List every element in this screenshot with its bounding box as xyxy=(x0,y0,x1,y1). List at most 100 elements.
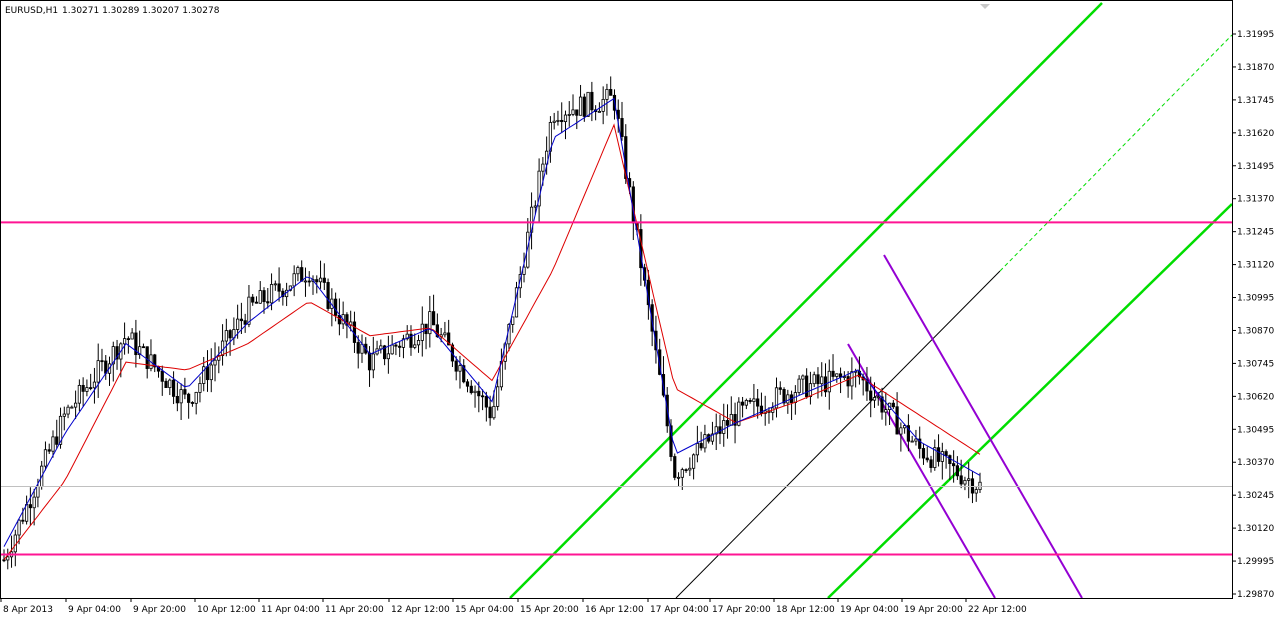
candle-body xyxy=(914,438,918,442)
candle-body xyxy=(963,479,967,485)
candle-body xyxy=(556,119,560,122)
candle-body xyxy=(484,396,488,408)
price-tick-label: 1.31120 xyxy=(1237,261,1274,271)
price-tick-label: 1.29995 xyxy=(1237,557,1274,567)
candle-body xyxy=(318,277,323,283)
candle-body xyxy=(707,434,711,442)
candle-body xyxy=(590,91,594,111)
candle-body xyxy=(970,478,975,494)
candle-body xyxy=(936,447,941,462)
time-tick-label: 9 Apr 04:00 xyxy=(68,605,121,615)
candle-body xyxy=(458,365,462,372)
candle-body xyxy=(454,360,458,372)
candle-body xyxy=(175,395,179,404)
candle-body xyxy=(586,91,590,117)
candle-body xyxy=(171,379,176,397)
candle-body xyxy=(262,290,266,303)
price-tick-label: 1.31745 xyxy=(1237,96,1274,106)
price-tick-label: 1.31495 xyxy=(1237,162,1274,172)
candle-body xyxy=(96,360,100,383)
candle-body xyxy=(488,406,492,419)
candle-body xyxy=(236,318,240,330)
candle-body xyxy=(959,475,963,485)
candle-body xyxy=(220,340,225,356)
candle-body xyxy=(752,398,756,402)
candle-body xyxy=(43,449,48,467)
candle-body xyxy=(258,290,262,304)
candle-body xyxy=(688,467,692,471)
candle-body xyxy=(428,311,432,335)
candle-body xyxy=(386,353,390,360)
price-tick-label: 1.30995 xyxy=(1237,294,1274,304)
candle-body xyxy=(326,282,330,309)
candle-body xyxy=(141,346,146,349)
time-tick-label: 16 Apr 12:00 xyxy=(585,605,644,615)
candle-body xyxy=(831,370,835,377)
candle-body xyxy=(578,96,583,116)
candle-body xyxy=(356,342,360,354)
symbol-label: EURUSD,H1 xyxy=(5,6,58,16)
candle-body xyxy=(73,402,78,408)
candle-body xyxy=(571,109,575,115)
candle-body xyxy=(17,519,21,536)
candle-body xyxy=(85,387,89,392)
candle-body xyxy=(940,451,944,462)
candle-body xyxy=(77,384,81,404)
candle-body xyxy=(952,463,956,467)
candle-body xyxy=(160,370,164,382)
price-tick-label: 1.30870 xyxy=(1237,326,1274,336)
candle-body xyxy=(269,284,274,304)
chart-window[interactable]: 1.312801.300201.30278 1.319951.318701.31… xyxy=(0,0,1276,618)
candle-body xyxy=(431,311,436,326)
candle-body xyxy=(492,405,496,419)
candle-body xyxy=(32,496,36,509)
candle-body xyxy=(801,375,805,380)
candle-body xyxy=(6,556,10,561)
time-tick-label: 11 Apr 20:00 xyxy=(325,605,384,615)
candle-body xyxy=(469,385,473,394)
candle-body xyxy=(511,316,515,325)
candle-body xyxy=(394,344,398,347)
candle-body xyxy=(322,277,326,283)
candle-body xyxy=(533,205,537,208)
candle-body xyxy=(560,119,564,123)
candle-body xyxy=(744,399,748,406)
candle-body xyxy=(390,344,394,355)
candle-body xyxy=(967,478,971,481)
price-tick-label: 1.31370 xyxy=(1237,195,1274,205)
price-tick-label: 1.30495 xyxy=(1237,425,1274,435)
candle-body xyxy=(473,390,477,394)
chart-background xyxy=(0,0,1276,618)
candle-body xyxy=(315,279,319,283)
candle-body xyxy=(277,283,281,292)
candle-body xyxy=(183,389,187,395)
candle-body xyxy=(974,489,978,494)
candle-body xyxy=(884,409,888,413)
time-tick-label: 11 Apr 04:00 xyxy=(261,605,320,615)
candle-body xyxy=(92,381,97,389)
candle-body xyxy=(703,434,707,449)
candle-body xyxy=(36,486,40,498)
candle xyxy=(586,91,590,117)
candle-body xyxy=(371,353,375,371)
time-tick-label: 18 Apr 12:00 xyxy=(776,605,835,615)
candle-body xyxy=(100,360,104,363)
candle-body xyxy=(70,406,74,409)
candle-body xyxy=(443,332,447,336)
candle-body xyxy=(910,440,914,443)
price-tick-label: 1.29870 xyxy=(1237,590,1274,600)
time-tick-label: 15 Apr 04:00 xyxy=(455,605,514,615)
candle-body xyxy=(563,114,568,123)
candle-body xyxy=(609,89,613,96)
candle-body xyxy=(891,402,895,408)
candle-body xyxy=(725,420,730,426)
candle-body xyxy=(337,315,341,325)
candle-body xyxy=(307,280,311,283)
candle-body xyxy=(782,389,786,404)
ohlc-values: 1.30271 1.30289 1.30207 1.30278 xyxy=(62,6,220,16)
candle-body xyxy=(247,296,251,325)
price-tick-label: 1.30620 xyxy=(1237,392,1274,402)
price-chart[interactable]: 1.312801.300201.30278 1.319951.318701.31… xyxy=(0,0,1276,618)
candle-body xyxy=(81,384,85,392)
candle-body xyxy=(496,386,500,407)
